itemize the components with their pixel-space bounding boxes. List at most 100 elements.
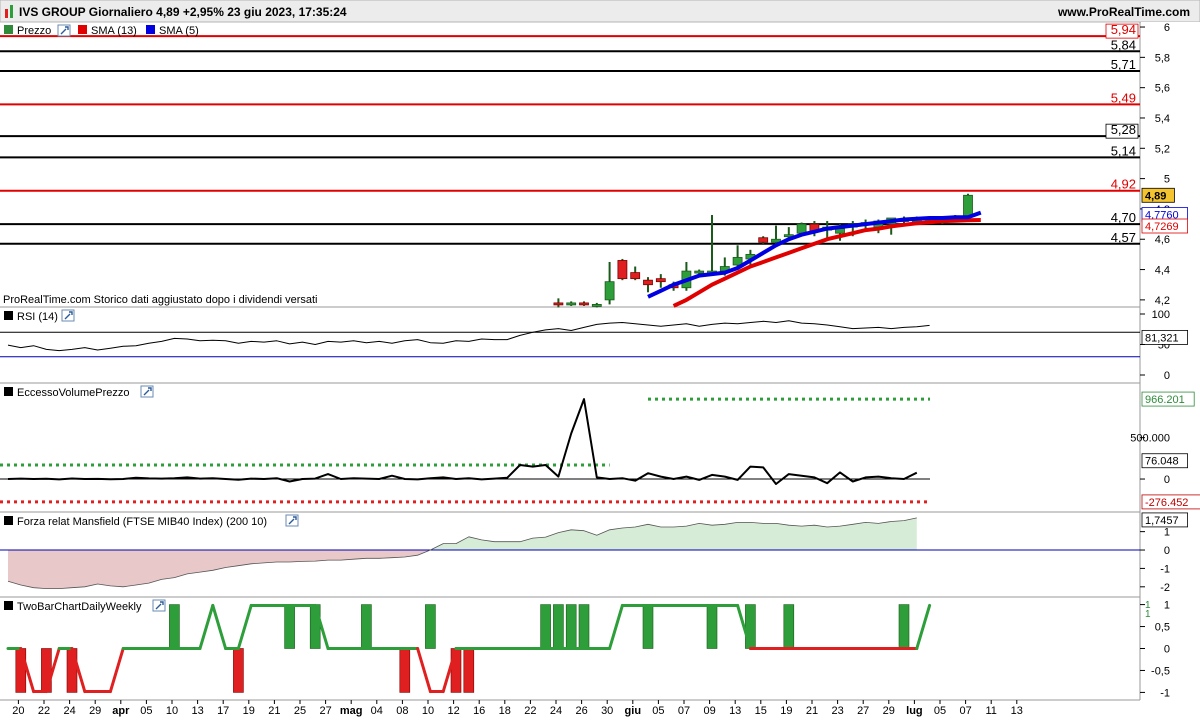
rsi-line [7, 320, 930, 352]
bull-bar [540, 604, 551, 649]
price-level-label: 5,71 [1111, 57, 1136, 72]
twobar-panel: 10,50-0,5-111 TwoBarChartDailyWeekly [4, 599, 1170, 699]
x-tick-label: 26 [575, 705, 587, 717]
y-tick-label: 0 [1164, 644, 1170, 656]
header-bar: IVS GROUP Giornaliero 4,89 +2,95% 23 giu… [0, 0, 1200, 23]
bull-bar [642, 604, 654, 649]
x-tick-label: 27 [319, 705, 331, 717]
y-tick-label: 1 [1164, 527, 1170, 539]
y-tick-label: -1 [1160, 563, 1170, 575]
x-tick-label: 07 [678, 705, 690, 717]
y-tick-label: 0 [1164, 370, 1170, 382]
upper-band-value: 966.201 [1145, 394, 1185, 406]
mansfield-panel: 1 0 -1 -2 1,7457 Forza relat Mansfield (FTSE… [0, 512, 1188, 594]
x-tick-label: 12 [447, 705, 459, 717]
twobar-label: TwoBarChartDailyWeekly [17, 601, 142, 613]
panel-frames [0, 22, 1141, 701]
x-tick-label: 09 [703, 705, 715, 717]
y-tick-label: 0 [1164, 545, 1170, 557]
sma13-legend-swatch [78, 25, 87, 34]
x-tick-label: 13 [729, 705, 741, 717]
candle-up [566, 302, 577, 306]
x-tick-label: 27 [857, 705, 869, 717]
x-tick-label: 25 [294, 705, 306, 717]
x-tick-label: 30 [601, 705, 613, 717]
y-tick-label: 1 [1164, 600, 1170, 612]
mansfield-axis: 1 0 -1 -2 1,7457 [1140, 512, 1188, 594]
x-tick-label: giu [625, 705, 642, 717]
y-tick-label: 4,6 [1155, 234, 1170, 246]
price-legend: Prezzo SMA (13) SMA (5) [4, 24, 199, 37]
bull-bar [361, 604, 372, 649]
bull-bar [553, 604, 564, 649]
price-level-label: 5,14 [1111, 143, 1136, 158]
eccesso-value: 76.048 [1145, 456, 1179, 468]
candle-down [630, 272, 641, 280]
x-tick-label: 22 [38, 705, 50, 717]
legend-sma5: SMA (5) [159, 25, 199, 37]
rsi-panel: 10050081,321 RSI (14) [0, 309, 1188, 382]
price-level-label: 4,70 [1111, 210, 1136, 225]
x-tick-label: mag [340, 705, 363, 717]
candle-up [796, 223, 807, 234]
x-tick-label: 05 [934, 705, 946, 717]
rsi-legend: RSI (14) [4, 309, 75, 323]
twobar-line-segment [108, 647, 125, 694]
candle-down [643, 279, 653, 286]
x-tick-label: 21 [268, 705, 280, 717]
mansfield-legend: Forza relat Mansfield (FTSE MIB40 Index)… [4, 514, 299, 528]
y-tick-label: 5 [1164, 174, 1170, 186]
mansfield-label: Forza relat Mansfield (FTSE MIB40 Index)… [17, 516, 267, 528]
wrench-icon[interactable] [140, 385, 154, 398]
wrench-icon[interactable] [285, 514, 299, 527]
eccesso-line [7, 398, 918, 485]
site-link[interactable]: www.ProRealTime.com [1057, 5, 1190, 19]
watermark: ProRealTime.com Storico dati aggiustato … [3, 294, 317, 306]
twobar-line-segment [416, 647, 432, 694]
bull-bar [309, 604, 321, 649]
bull-bar [706, 604, 718, 649]
twobar-series [6, 603, 932, 694]
candle-down [655, 278, 666, 283]
bull-bar [578, 604, 590, 649]
mansfield-series [0, 517, 1140, 589]
eccesso-label: EccessoVolumePrezzo [17, 387, 130, 399]
y-tick-label: -2 [1160, 582, 1170, 594]
wrench-icon[interactable] [61, 309, 75, 322]
x-tick-label: 16 [473, 705, 485, 717]
wrench-icon[interactable] [152, 599, 166, 612]
rsi-series [0, 320, 1140, 358]
y-tick-label: 500.000 [1130, 433, 1170, 445]
x-tick-label: lug [906, 705, 923, 717]
price-level-label: 4,92 [1111, 177, 1136, 192]
bear-bar [41, 648, 52, 693]
sma13-value: 4,7269 [1145, 221, 1179, 233]
y-tick-label: 6 [1164, 22, 1170, 34]
wrench-icon[interactable] [57, 24, 71, 37]
bull-bar [425, 604, 436, 649]
rsi-value: 81,321 [1145, 332, 1179, 344]
x-tick-label: 29 [89, 705, 101, 717]
y-tick-label: 5,8 [1155, 52, 1170, 64]
twobar-line-segment [915, 603, 932, 650]
twobar-legend: TwoBarChartDailyWeekly [4, 599, 166, 613]
x-tick-label: 15 [755, 705, 767, 717]
last-price: 4,89 [1145, 190, 1166, 202]
x-tick-label: 23 [831, 705, 843, 717]
candle-up [694, 270, 705, 274]
y-tick-label: -1 [1160, 687, 1170, 699]
bear-bar [463, 648, 475, 693]
bull-bar [898, 604, 910, 649]
x-tick-label: 07 [959, 705, 971, 717]
x-tick-label: 11 [985, 705, 996, 717]
x-tick-label: 17 [217, 705, 229, 717]
price-axis: 65,85,65,45,254,84,64,44,24,894,77604,72… [1140, 22, 1200, 307]
y-tick-label: 4,4 [1155, 265, 1170, 277]
twobar-value-2: 1 [1145, 609, 1151, 620]
y-tick-label: 5,6 [1155, 83, 1170, 95]
y-tick-label: -0,5 [1151, 665, 1170, 677]
x-tick-label: 04 [371, 705, 383, 717]
x-tick-label: 20 [12, 705, 24, 717]
x-tick-label: 29 [883, 705, 895, 717]
x-tick-label: 05 [652, 705, 664, 717]
